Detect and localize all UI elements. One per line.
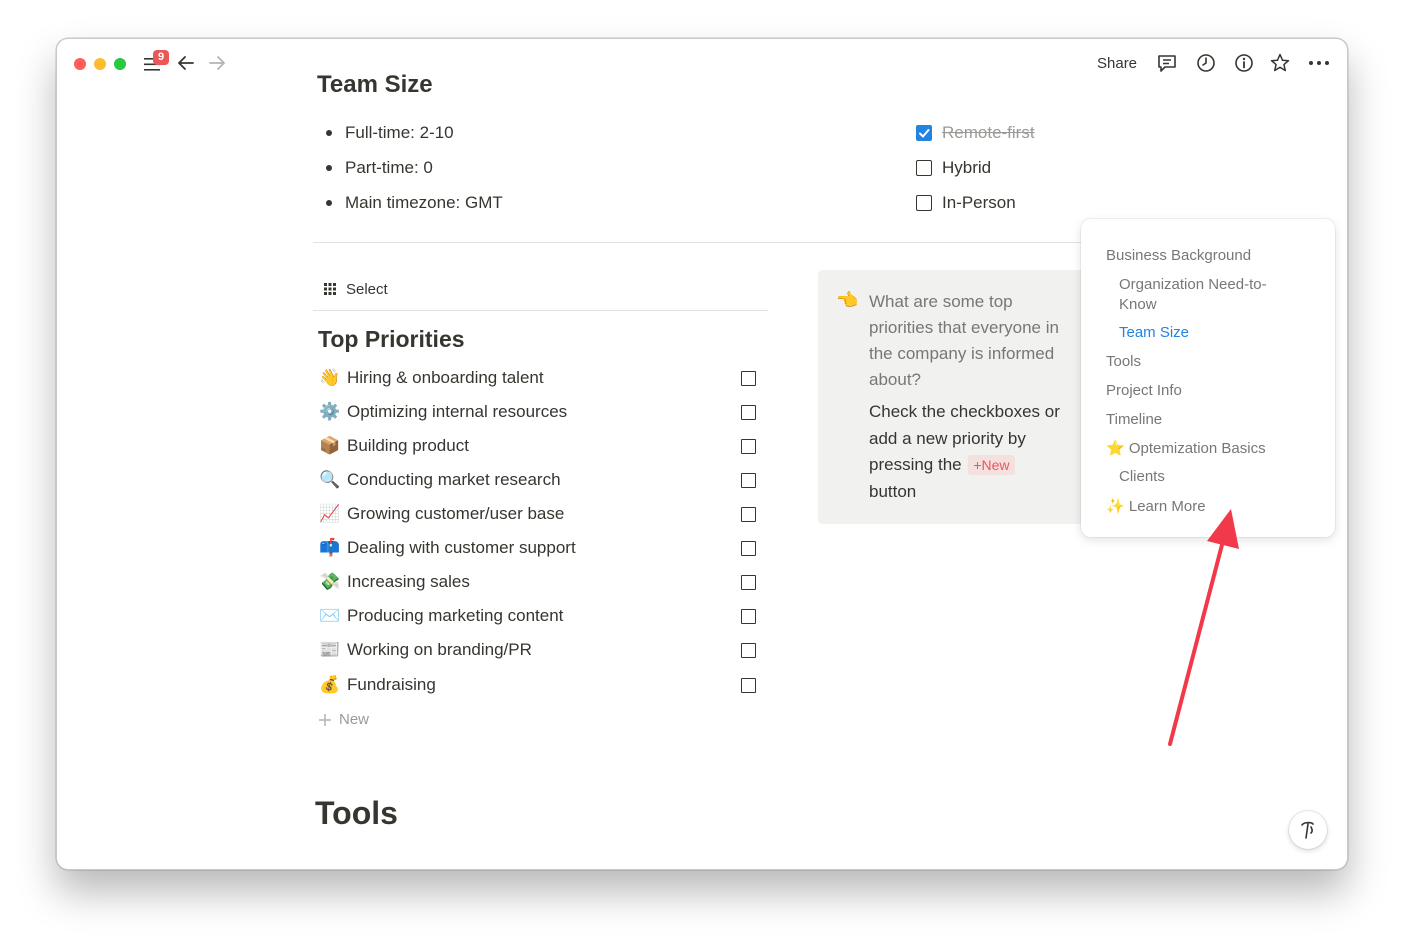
- priority-checkbox[interactable]: [741, 439, 756, 454]
- pressing-text: pressing the: [869, 455, 962, 474]
- priority-label: Building product: [347, 436, 469, 455]
- callout-instruction-line: add a new priority by: [869, 428, 1026, 448]
- bullet-full-time: Full-time: 2-10: [345, 123, 454, 142]
- priority-checkbox[interactable]: [741, 678, 756, 693]
- section-divider: [313, 242, 1083, 243]
- help-icon: [1301, 821, 1314, 839]
- money-wings-icon: 💸: [319, 572, 341, 591]
- priority-label: Hiring & onboarding talent: [347, 368, 544, 387]
- callout-question-line: about?: [869, 370, 921, 389]
- priority-checkbox[interactable]: [741, 405, 756, 420]
- list-item[interactable]: ✉️ Producing marketing content: [319, 602, 759, 632]
- toc-item-organization[interactable]: Organization Need-to- Know: [1119, 275, 1267, 315]
- view-tab-divider: [313, 310, 768, 311]
- chart-up-icon: 📈: [319, 504, 341, 523]
- list-item[interactable]: 📫 Dealing with customer support: [319, 534, 759, 564]
- list-item[interactable]: 💸 Increasing sales: [319, 568, 759, 598]
- add-priority-label: New: [339, 711, 370, 728]
- toc-item-team-size[interactable]: Team Size: [1119, 324, 1189, 341]
- callout-instruction-line: pressing the +New: [869, 452, 1060, 479]
- priority-label: Increasing sales: [347, 572, 470, 591]
- remote-first-checkbox[interactable]: [916, 125, 932, 141]
- toc-item-timeline[interactable]: Timeline: [1106, 411, 1162, 428]
- help-button[interactable]: [1289, 811, 1327, 849]
- gear-icon: ⚙️: [319, 402, 341, 421]
- priority-checkbox[interactable]: [741, 507, 756, 522]
- callout-question-line: priorities that everyone in: [869, 318, 1059, 337]
- list-item[interactable]: ⚙️ Optimizing internal resources: [319, 398, 759, 428]
- priority-label: Working on branding/PR: [347, 640, 532, 659]
- new-tag: +New: [968, 455, 1015, 475]
- newspaper-icon: 📰: [319, 640, 341, 659]
- toc-item-project-info[interactable]: Project Info: [1106, 382, 1182, 399]
- priority-checkbox[interactable]: [741, 541, 756, 556]
- toc-item-label: Organization Need-to-: [1119, 276, 1267, 293]
- callout-question: What are some top priorities that everyo…: [869, 289, 1059, 393]
- bullet-part-time: Part-time: 0: [345, 158, 433, 177]
- tools-heading: Tools: [315, 795, 398, 831]
- bullet-dot: [326, 165, 332, 171]
- mailbox-icon: 📫: [319, 538, 341, 557]
- pointing-hand-icon: 👈: [836, 290, 859, 310]
- toc-item-tools[interactable]: Tools: [1106, 353, 1141, 370]
- hybrid-label: Hybrid: [942, 158, 992, 177]
- callout-box: 👈 What are some top priorities that ever…: [818, 270, 1088, 524]
- header-bar: [57, 39, 1347, 79]
- priority-checkbox[interactable]: [741, 575, 756, 590]
- priority-label: Producing marketing content: [347, 606, 564, 625]
- plus-icon: [319, 714, 331, 726]
- remote-first-label: Remote-first: [942, 123, 1035, 142]
- list-item[interactable]: 📰 Working on branding/PR: [319, 636, 759, 666]
- annotation-arrow-icon: [1168, 509, 1239, 746]
- view-tab-label: Select: [346, 281, 388, 298]
- hybrid-checkbox[interactable]: [916, 160, 932, 176]
- priority-label: Conducting market research: [347, 470, 561, 489]
- priority-label: Fundraising: [347, 675, 436, 694]
- add-priority-button[interactable]: New: [318, 709, 398, 731]
- in-person-label: In-Person: [942, 193, 1016, 212]
- star-emoji-icon: ⭐: [1106, 440, 1125, 457]
- list-item[interactable]: 👋 Hiring & onboarding talent: [319, 364, 759, 394]
- callout-instruction-line: button: [869, 481, 917, 501]
- bullet-dot: [326, 130, 332, 136]
- priority-checkbox[interactable]: [741, 643, 756, 658]
- hand-wave-icon: 👋: [319, 368, 341, 387]
- toc-item-business-background[interactable]: Business Background: [1106, 247, 1251, 264]
- priorities-title: Top Priorities: [318, 326, 465, 352]
- list-item[interactable]: 💰 Fundraising: [319, 671, 759, 701]
- bullet-timezone: Main timezone: GMT: [345, 193, 503, 212]
- toc-item-label: Optemization Basics: [1128, 440, 1266, 457]
- app-window: 9 Share Team Size Full-time: 2-10 Part-t…: [56, 38, 1348, 870]
- priority-checkbox[interactable]: [741, 473, 756, 488]
- sparkles-icon: ✨: [1106, 498, 1125, 515]
- magnifier-icon: 🔍: [319, 470, 341, 489]
- in-person-checkbox[interactable]: [916, 195, 932, 211]
- callout-question-line: What are some top: [869, 292, 1013, 311]
- bullet-dot: [326, 200, 332, 206]
- checkmark-icon: [919, 129, 930, 138]
- list-item[interactable]: 🔍 Conducting market research: [319, 466, 759, 496]
- toc-item-optemization-basics[interactable]: ⭐ Optemization Basics: [1106, 439, 1266, 457]
- priority-label: Dealing with customer support: [347, 538, 576, 557]
- priority-label: Growing customer/user base: [347, 504, 565, 523]
- list-item[interactable]: 📦 Building product: [319, 432, 759, 462]
- callout-question-line: the company is informed: [869, 344, 1055, 363]
- callout-instruction: Check the checkboxes or add a new priori…: [869, 399, 1060, 505]
- priority-checkbox[interactable]: [741, 371, 756, 386]
- package-icon: 📦: [319, 436, 341, 455]
- callout-instruction-line: Check the checkboxes or: [869, 402, 1060, 421]
- table-grid-icon: [324, 283, 336, 295]
- toc-item-label: Know: [1119, 296, 1157, 313]
- money-bag-icon: 💰: [319, 675, 341, 694]
- list-item[interactable]: 📈 Growing customer/user base: [319, 500, 759, 530]
- envelope-icon: ✉️: [319, 606, 341, 625]
- priority-label: Optimizing internal resources: [347, 402, 568, 421]
- priority-checkbox[interactable]: [741, 609, 756, 624]
